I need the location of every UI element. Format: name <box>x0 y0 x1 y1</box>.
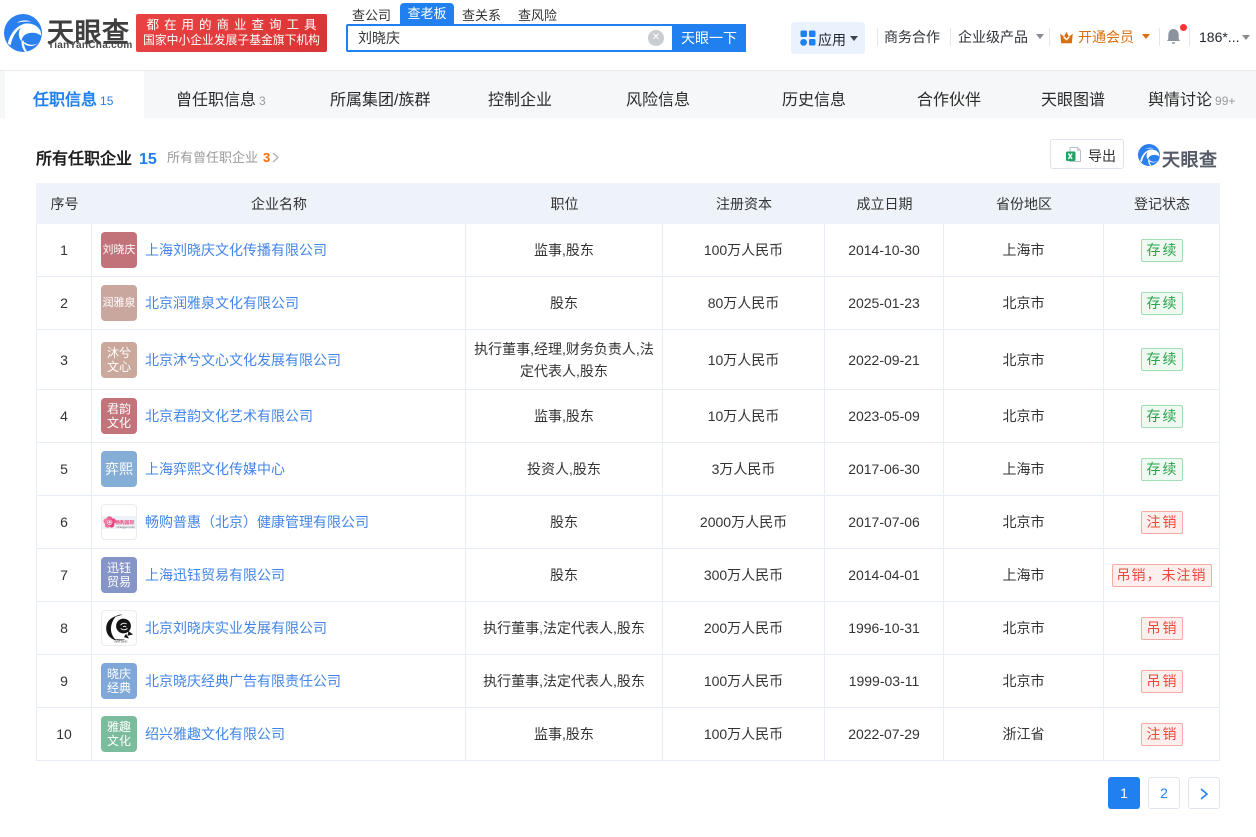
svg-text:XIAO QING: XIAO QING <box>114 640 128 644</box>
svg-text:Changgou Corp: Changgou Corp <box>117 525 136 529</box>
svg-text:畅购国际: 畅购国际 <box>115 519 134 526</box>
